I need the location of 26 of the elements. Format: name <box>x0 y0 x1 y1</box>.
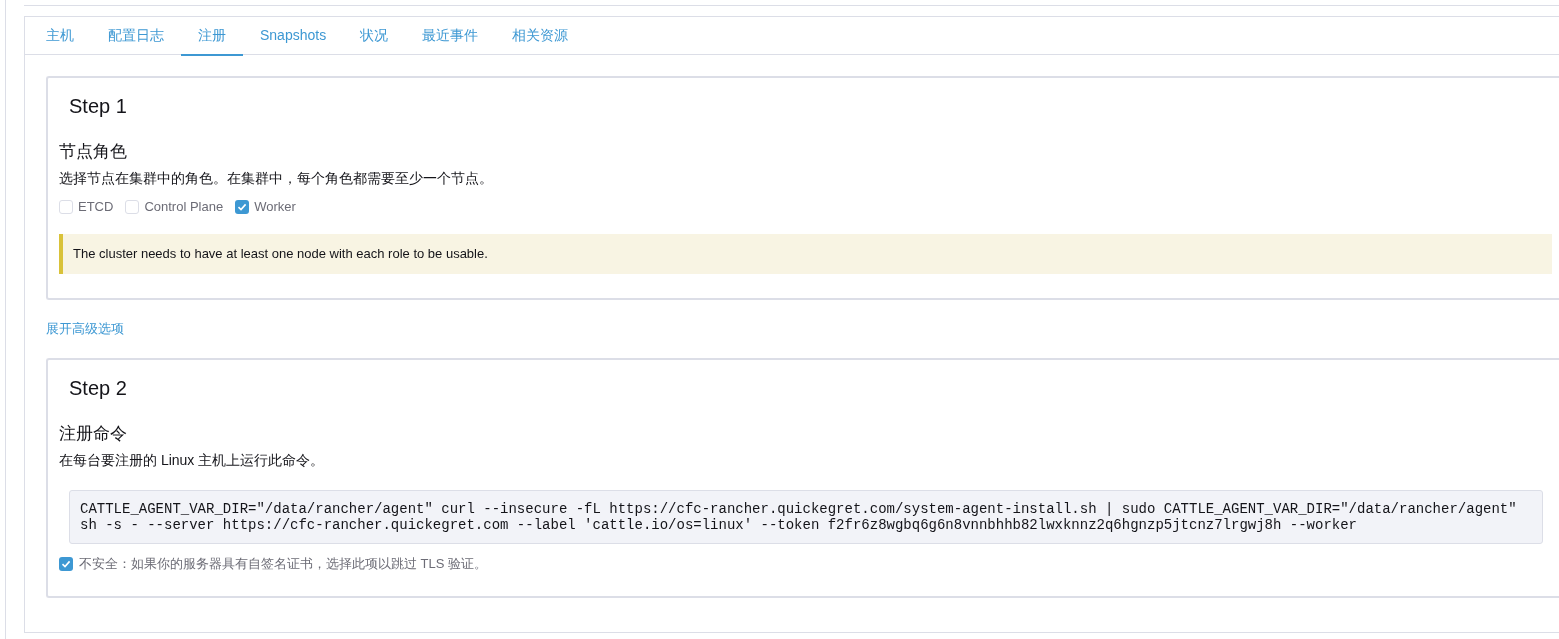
tab[interactable]: 配置日志 <box>91 17 181 56</box>
section-heading: 注册命令 <box>59 423 128 445</box>
tab[interactable]: 相关资源 <box>495 17 586 56</box>
checkbox-label: Control Plane <box>144 198 224 217</box>
section-description: 在每台要注册的 Linux 主机上运行此命令。 <box>59 451 326 470</box>
section-heading: 节点角色 <box>59 141 128 163</box>
checkbox-label: 不安全：如果你的服务器具有自签名证书，选择此项以跳过 TLS 验证。 <box>79 555 488 574</box>
checkbox[interactable] <box>59 557 73 571</box>
checkmark-icon <box>237 202 248 212</box>
checkbox[interactable] <box>59 200 73 214</box>
advanced-options-link[interactable]: 展开高级选项 <box>46 319 124 339</box>
tab[interactable]: 注册 <box>181 17 243 56</box>
step-title: Step 1 <box>68 94 128 119</box>
tab[interactable]: Snapshots <box>243 17 344 56</box>
tab[interactable]: 最近事件 <box>405 17 496 56</box>
checkbox-label: ETCD <box>78 198 114 217</box>
tab[interactable]: 主机 <box>29 17 91 56</box>
checkbox[interactable] <box>235 200 250 214</box>
checkbox-label: Worker <box>254 198 296 217</box>
warning-banner-text: The cluster needs to have at least one node with each role to be usable. <box>72 245 488 263</box>
checkbox[interactable] <box>125 200 140 214</box>
checkmark-icon <box>61 559 71 569</box>
section-description: 选择节点在集群中的角色。在集群中，每个角色都需要至少一个节点。 <box>59 169 494 188</box>
tab[interactable]: 状况 <box>343 17 406 56</box>
command-code-block: CATTLE_AGENT_VAR_DIR="/data/rancher/agent" curl --insecure -fL https://cfc-rancher.quickegret.com/system-agent-install.sh | sudo CATTLE_AGENT_VAR_DIR="/data/rancher/agent" sh -s - --server https://cfc-rancher.quickegret.com --label 'cattle.io/os=linux' --token f2fr6z8wgbq6g6n8vnnbhhb82lwxknnz2q6hgnzp5jtcnz7lrgwj8h --worker <box>69 490 1543 544</box>
step-title: Step 2 <box>68 376 128 401</box>
